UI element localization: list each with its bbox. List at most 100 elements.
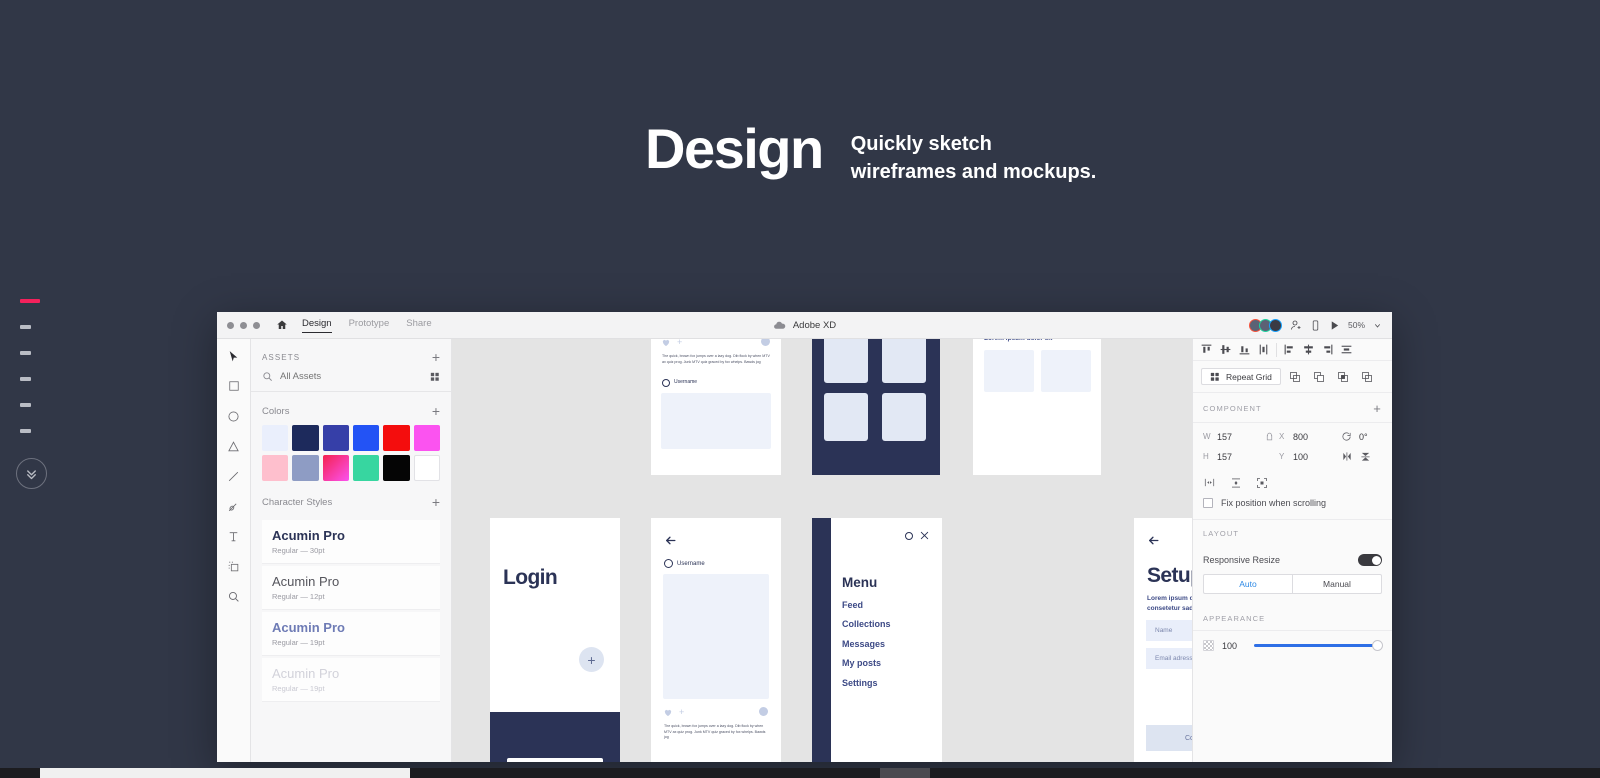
color-swatch-3[interactable]: [322, 425, 349, 451]
list-item[interactable]: Acumin Pro Regular — 19pt: [262, 658, 440, 702]
name-field[interactable]: Name: [1146, 620, 1192, 641]
color-swatch-6[interactable]: [413, 425, 440, 451]
flip-horizontal-icon[interactable]: [1341, 451, 1353, 462]
color-swatch-1[interactable]: [262, 425, 289, 451]
opacity-slider[interactable]: [1254, 640, 1383, 651]
color-swatch-8[interactable]: [292, 455, 319, 481]
height-field[interactable]: H 157: [1203, 452, 1259, 462]
play-icon[interactable]: [1329, 320, 1340, 331]
artboard-discover[interactable]: show all Discover Lorem ipsum dolor sit: [973, 339, 1101, 475]
boolean-add-icon[interactable]: [1286, 367, 1305, 386]
login-footer-input[interactable]: [507, 758, 603, 762]
boolean-exclude-icon[interactable]: [1358, 367, 1377, 386]
color-swatch-5[interactable]: [383, 425, 410, 451]
plus-icon[interactable]: +: [677, 339, 682, 347]
circle-icon[interactable]: [225, 407, 243, 425]
hamburger-icon[interactable]: [594, 536, 607, 545]
list-item[interactable]: Acumin Pro Regular — 30pt: [262, 520, 440, 564]
list-item[interactable]: Acumin Pro Regular — 19pt: [262, 612, 440, 656]
cursor-icon[interactable]: [225, 347, 243, 365]
circle-icon[interactable]: [905, 532, 913, 540]
sidebar-item-nav-dot-4[interactable]: [20, 366, 60, 392]
tab-prototype[interactable]: Prototype: [349, 318, 390, 332]
plus-icon[interactable]: +: [432, 495, 440, 509]
sidebar-item-nav-dot-1[interactable]: [20, 288, 60, 314]
text-icon[interactable]: [225, 527, 243, 545]
artboard-menu[interactable]: Menu Feed Collections Messages My posts …: [812, 518, 942, 762]
align-left-icon[interactable]: [1280, 340, 1299, 359]
pen-icon[interactable]: [225, 497, 243, 515]
align-bottom-icon[interactable]: [1235, 340, 1254, 359]
heart-icon[interactable]: [664, 709, 672, 717]
vertical-resize-icon[interactable]: [1230, 477, 1242, 489]
color-swatch-12[interactable]: [413, 455, 440, 481]
resize-mode-auto[interactable]: Auto: [1204, 575, 1293, 593]
heart-icon[interactable]: [662, 339, 670, 347]
plus-icon[interactable]: +: [432, 404, 440, 418]
repeat-grid-button[interactable]: Repeat Grid: [1201, 368, 1281, 385]
width-field[interactable]: W 157: [1203, 432, 1259, 442]
align-horizontal-center-icon[interactable]: [1299, 340, 1318, 359]
mobile-preview-icon[interactable]: [1310, 320, 1321, 331]
artboard-setup[interactable]: Setup Lorem ipsum dolor sit amet, conset…: [1134, 518, 1192, 762]
color-swatch-7[interactable]: [262, 455, 289, 481]
sidebar-item-nav-dot-3[interactable]: [20, 340, 60, 366]
list-item[interactable]: Acumin Pro Regular — 12pt: [262, 566, 440, 610]
plus-icon[interactable]: +: [1373, 402, 1382, 415]
zoom-level[interactable]: 50%: [1348, 320, 1365, 330]
scale-icon[interactable]: [1256, 477, 1268, 489]
triangle-icon[interactable]: [225, 437, 243, 455]
add-person-icon[interactable]: [1290, 319, 1302, 331]
chevron-down-icon[interactable]: [1373, 321, 1382, 330]
plus-icon[interactable]: +: [679, 708, 684, 717]
fix-position-checkbox[interactable]: [1203, 498, 1213, 508]
fab-add-button[interactable]: +: [579, 647, 604, 672]
menu-item-messages[interactable]: Messages: [842, 639, 885, 649]
window-controls[interactable]: [227, 321, 260, 329]
continue-button[interactable]: Continue: [1146, 725, 1192, 751]
square-icon[interactable]: [225, 377, 243, 395]
menu-item-feed[interactable]: Feed: [842, 600, 863, 610]
menu-item-collections[interactable]: Collections: [842, 619, 891, 629]
distribute-vertical-icon[interactable]: [1254, 340, 1273, 359]
align-right-icon[interactable]: [1318, 340, 1337, 359]
maximize-button[interactable]: [253, 321, 260, 329]
responsive-resize-toggle[interactable]: [1358, 554, 1382, 566]
arrow-left-icon[interactable]: [664, 534, 677, 547]
minimize-button[interactable]: [240, 321, 247, 329]
close-button[interactable]: [227, 321, 234, 329]
line-icon[interactable]: [225, 467, 243, 485]
lock-icon[interactable]: [1259, 432, 1279, 441]
boolean-intersect-icon[interactable]: [1334, 367, 1353, 386]
flip-vertical-icon[interactable]: [1360, 451, 1371, 462]
align-vertical-center-icon[interactable]: [1216, 340, 1235, 359]
color-swatch-9[interactable]: [322, 455, 349, 481]
color-swatch-11[interactable]: [383, 455, 410, 481]
tab-share[interactable]: Share: [406, 318, 431, 332]
artboard-feed-top[interactable]: + The quick, brown fox jumps over a lazy…: [651, 339, 781, 475]
y-field[interactable]: Y 100: [1279, 452, 1335, 462]
home-icon[interactable]: [276, 319, 288, 331]
fix-position-row[interactable]: Fix position when scrolling: [1193, 498, 1392, 520]
plus-icon[interactable]: +: [432, 350, 440, 364]
boolean-subtract-icon[interactable]: [1310, 367, 1329, 386]
artboard-grid[interactable]: [812, 339, 940, 475]
tab-design[interactable]: Design: [302, 318, 332, 333]
artboard-profile[interactable]: Username + The quick, brown fox jumps ov…: [651, 518, 781, 762]
artboard-icon[interactable]: [225, 557, 243, 575]
align-top-icon[interactable]: [1197, 340, 1216, 359]
design-canvas[interactable]: + The quick, brown fox jumps over a lazy…: [452, 339, 1192, 762]
search-input[interactable]: [280, 371, 423, 382]
artboard-login[interactable]: Login +: [490, 518, 620, 762]
magnifier-icon[interactable]: [225, 587, 243, 605]
color-swatch-4[interactable]: [353, 425, 380, 451]
arrow-left-icon[interactable]: [1147, 534, 1160, 547]
close-icon[interactable]: [919, 530, 930, 541]
color-swatch-10[interactable]: [353, 455, 380, 481]
sidebar-item-nav-dot-5[interactable]: [20, 392, 60, 418]
chevron-double-down-icon[interactable]: [16, 458, 47, 489]
slider-knob[interactable]: [1372, 640, 1383, 651]
menu-item-my-posts[interactable]: My posts: [842, 658, 881, 668]
color-swatch-2[interactable]: [292, 425, 319, 451]
hamburger-icon[interactable]: [755, 536, 768, 545]
